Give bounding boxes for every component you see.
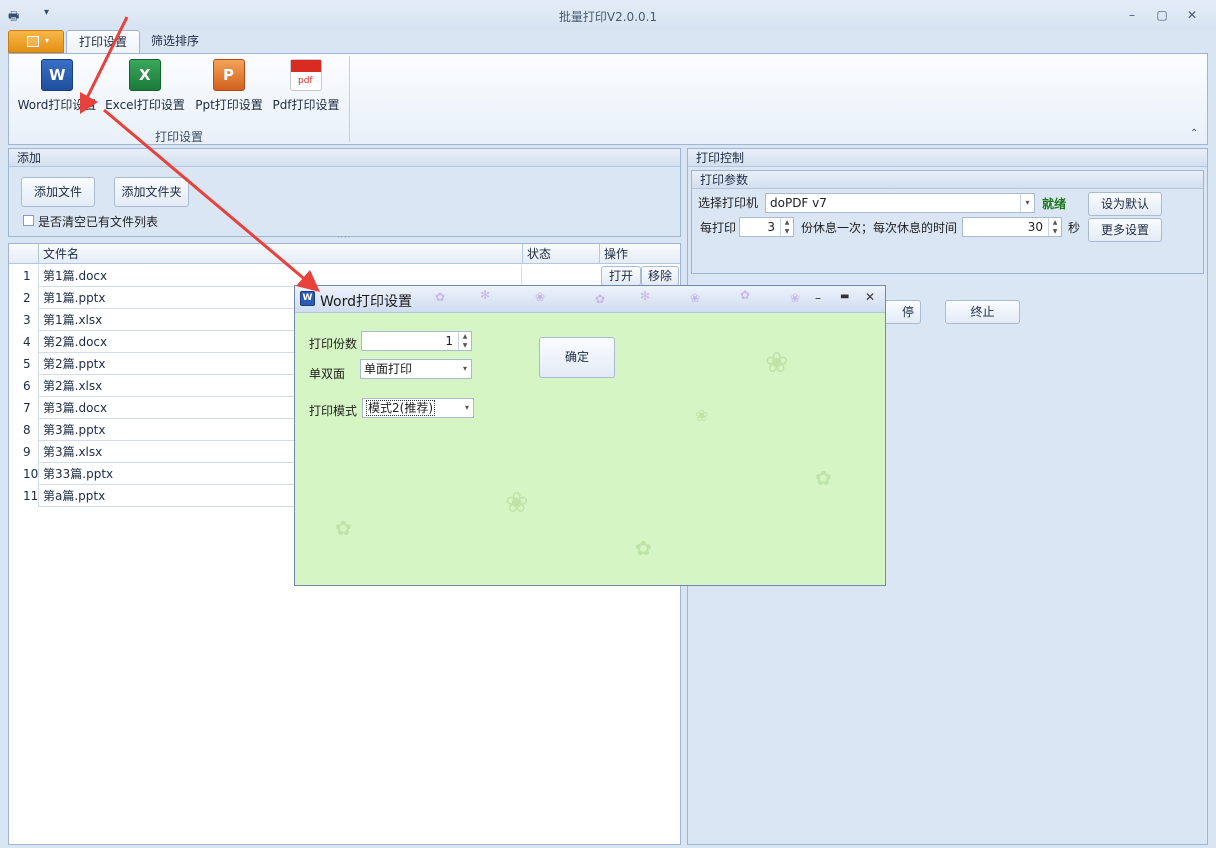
annotation-arrows (80, 16, 320, 292)
annotation-arrow-line (103, 108, 309, 284)
annotation-arrow-line (84, 16, 129, 101)
